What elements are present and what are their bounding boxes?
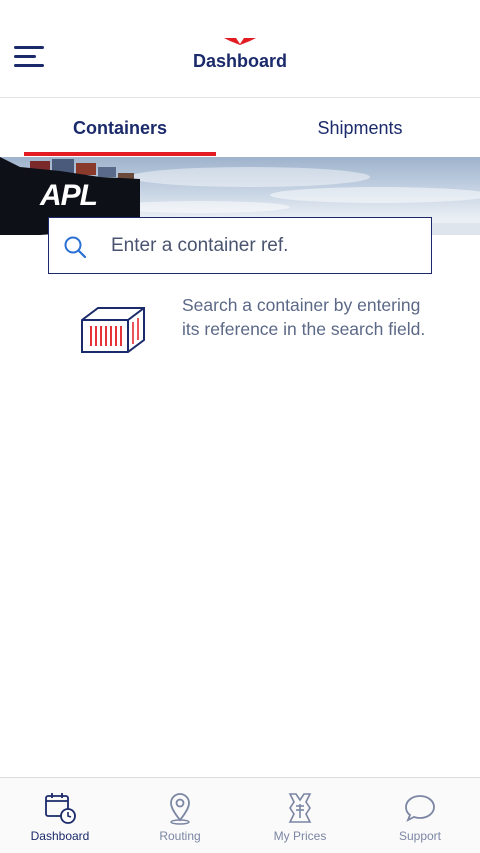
nav-label-dashboard: Dashboard xyxy=(30,829,90,843)
page-title: Dashboard xyxy=(192,51,288,71)
chat-bubble-icon xyxy=(405,795,435,822)
active-tab-indicator xyxy=(24,152,216,156)
shipping-container-icon xyxy=(81,307,145,353)
tab-bar: Containers Shipments xyxy=(0,99,480,157)
nav-label-my-prices: My Prices xyxy=(273,829,327,843)
tab-containers[interactable]: Containers xyxy=(0,99,240,157)
nav-item-support[interactable]: Support xyxy=(360,778,480,853)
search-hint-text: Search a container by entering its refer… xyxy=(182,295,426,339)
nav-item-routing[interactable]: Routing xyxy=(120,778,240,853)
nav-label-routing: Routing xyxy=(159,829,201,843)
calendar-clock-icon xyxy=(45,793,76,824)
nav-label-support: Support xyxy=(398,829,442,843)
nav-item-my-prices[interactable]: My Prices xyxy=(240,778,360,853)
lion-logo-icon xyxy=(224,38,256,45)
app-header: Dashboard xyxy=(0,0,480,98)
banner-brand-text: APL xyxy=(40,179,98,212)
nav-item-dashboard[interactable]: Dashboard xyxy=(0,778,120,853)
container-search-input[interactable] xyxy=(111,218,421,273)
container-search-box[interactable] xyxy=(48,217,432,274)
map-pin-icon xyxy=(170,793,190,825)
bottom-navigation: Dashboard Routing My Prices Support xyxy=(0,777,480,853)
tab-shipments[interactable]: Shipments xyxy=(240,99,480,157)
price-tag-icon xyxy=(288,793,312,823)
search-icon xyxy=(64,236,87,259)
search-hint: Search a container by entering its refer… xyxy=(78,294,438,374)
